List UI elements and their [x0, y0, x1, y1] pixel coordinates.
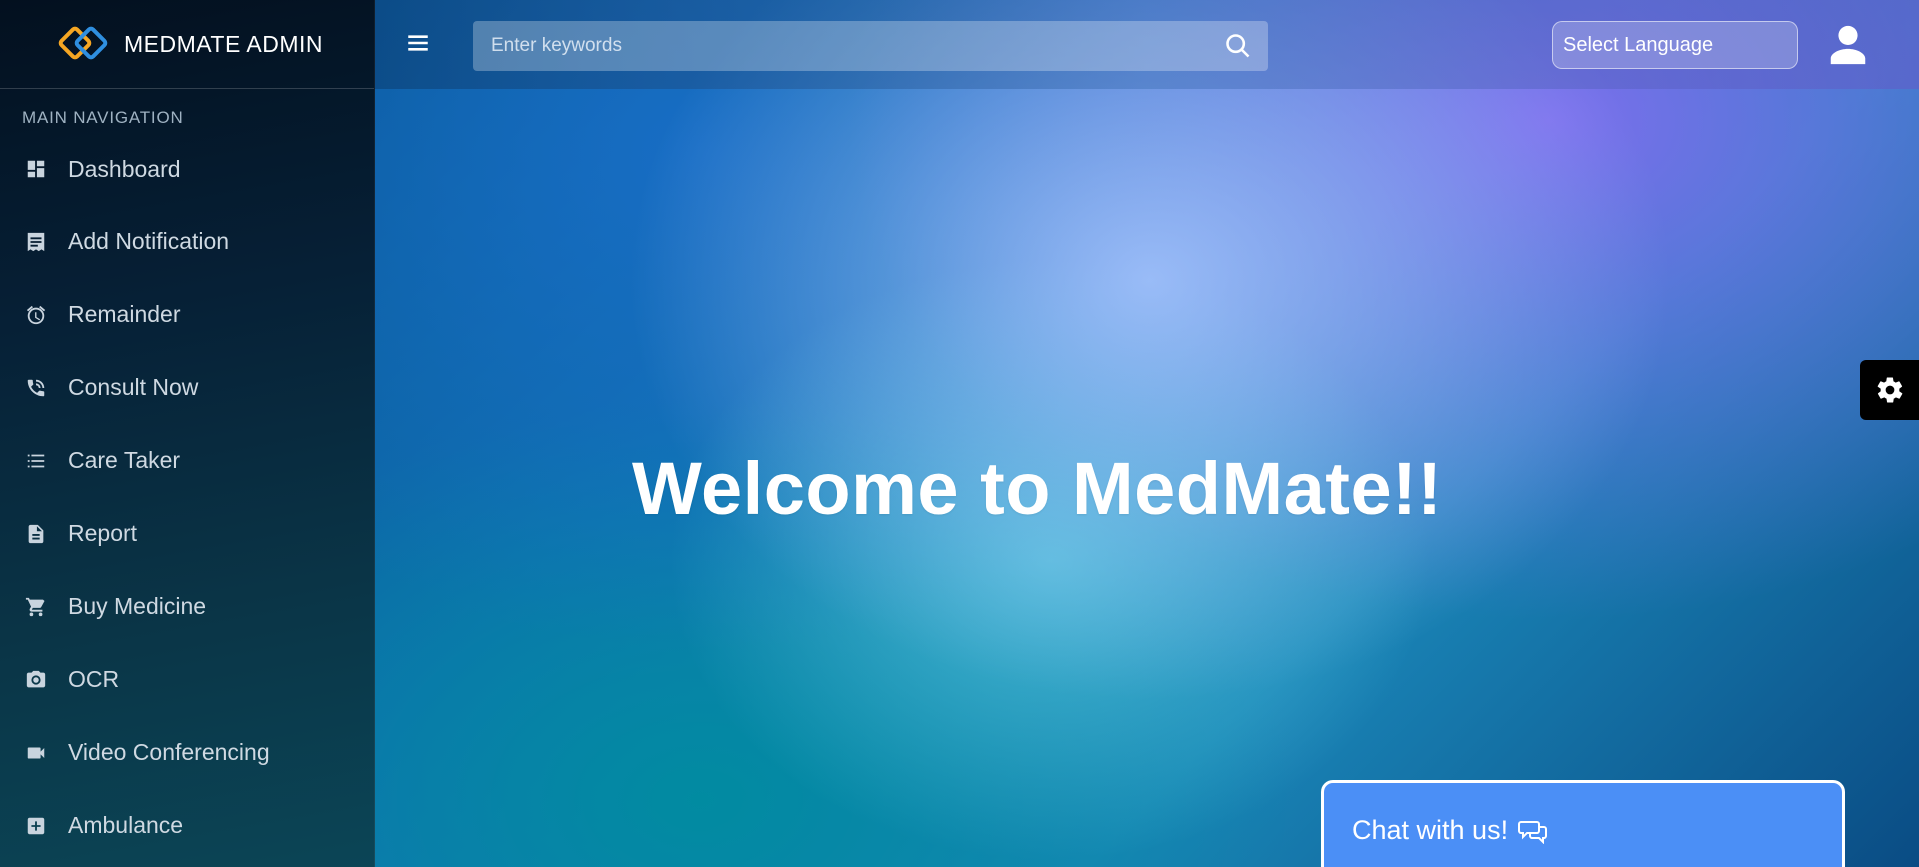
sidebar-item-label: Ambulance	[68, 812, 184, 838]
sidebar-item-label: Report	[68, 520, 138, 546]
sidebar-item-video-conferencing[interactable]: Video Conferencing	[0, 716, 374, 789]
sidebar-item-label: Buy Medicine	[68, 593, 207, 619]
sidebar-item-label: Video Conferencing	[68, 739, 270, 765]
camera-icon	[24, 668, 48, 692]
topbar: Select Language	[375, 0, 1919, 89]
sidebar-item-remainder[interactable]: Remainder	[0, 278, 374, 351]
sidebar-item-add-notification[interactable]: Add Notification	[0, 205, 374, 278]
sidebar-item-label: Add Notification	[68, 228, 230, 254]
nav-heading: MAIN NAVIGATION	[22, 108, 184, 127]
brand-logo-icon	[58, 26, 108, 60]
chat-widget-label: Chat with us!	[1352, 815, 1509, 845]
sidebar-item-ambulance[interactable]: Ambulance	[0, 789, 374, 862]
plus-box-icon	[24, 814, 48, 838]
gear-icon	[1877, 377, 1902, 403]
sidebar-item-dashboard[interactable]: Dashboard	[0, 133, 374, 205]
sidebar-item-buy-medicine[interactable]: Buy Medicine	[0, 570, 374, 643]
dashboard-icon	[24, 157, 48, 181]
sidebar-item-care-taker[interactable]: Care Taker	[0, 424, 374, 497]
chat-bubbles-icon	[1518, 818, 1548, 845]
sidebar: MEDMATE ADMIN MAIN NAVIGATION Dashboard …	[0, 0, 375, 867]
sidebar-item-consult-now[interactable]: Consult Now	[0, 351, 374, 424]
app-root: MEDMATE ADMIN MAIN NAVIGATION Dashboard …	[0, 0, 1919, 867]
sidebar-item-label: Care Taker	[68, 447, 181, 473]
list-icon	[24, 449, 48, 473]
nav-list: Dashboard Add Notification Remainder Con…	[0, 133, 374, 862]
alarm-clock-icon	[24, 303, 48, 327]
brand[interactable]: MEDMATE ADMIN	[0, 0, 374, 89]
shopping-cart-icon	[24, 595, 48, 619]
sidebar-item-label: OCR	[68, 666, 120, 692]
user-icon[interactable]	[1825, 22, 1871, 68]
sidebar-item-label: Consult Now	[68, 374, 199, 400]
search-input[interactable]	[473, 21, 1208, 71]
sidebar-item-label: Dashboard	[68, 155, 181, 182]
document-icon	[24, 522, 48, 546]
video-camera-icon	[24, 741, 48, 765]
phone-call-icon	[24, 376, 48, 400]
language-select[interactable]: Select Language	[1552, 21, 1798, 69]
chat-widget[interactable]: Chat with us!	[1321, 780, 1845, 867]
search-box	[473, 21, 1268, 71]
sidebar-item-report[interactable]: Report	[0, 497, 374, 570]
receipt-icon	[24, 230, 48, 254]
sidebar-item-label: Remainder	[68, 301, 181, 327]
brand-name: MEDMATE ADMIN	[124, 30, 324, 57]
welcome-heading: Welcome to MedMate!!	[632, 446, 1443, 530]
settings-button[interactable]	[1860, 360, 1919, 420]
search-icon[interactable]	[1208, 21, 1268, 71]
hamburger-menu-icon[interactable]	[405, 30, 431, 56]
sidebar-item-ocr[interactable]: OCR	[0, 643, 374, 716]
